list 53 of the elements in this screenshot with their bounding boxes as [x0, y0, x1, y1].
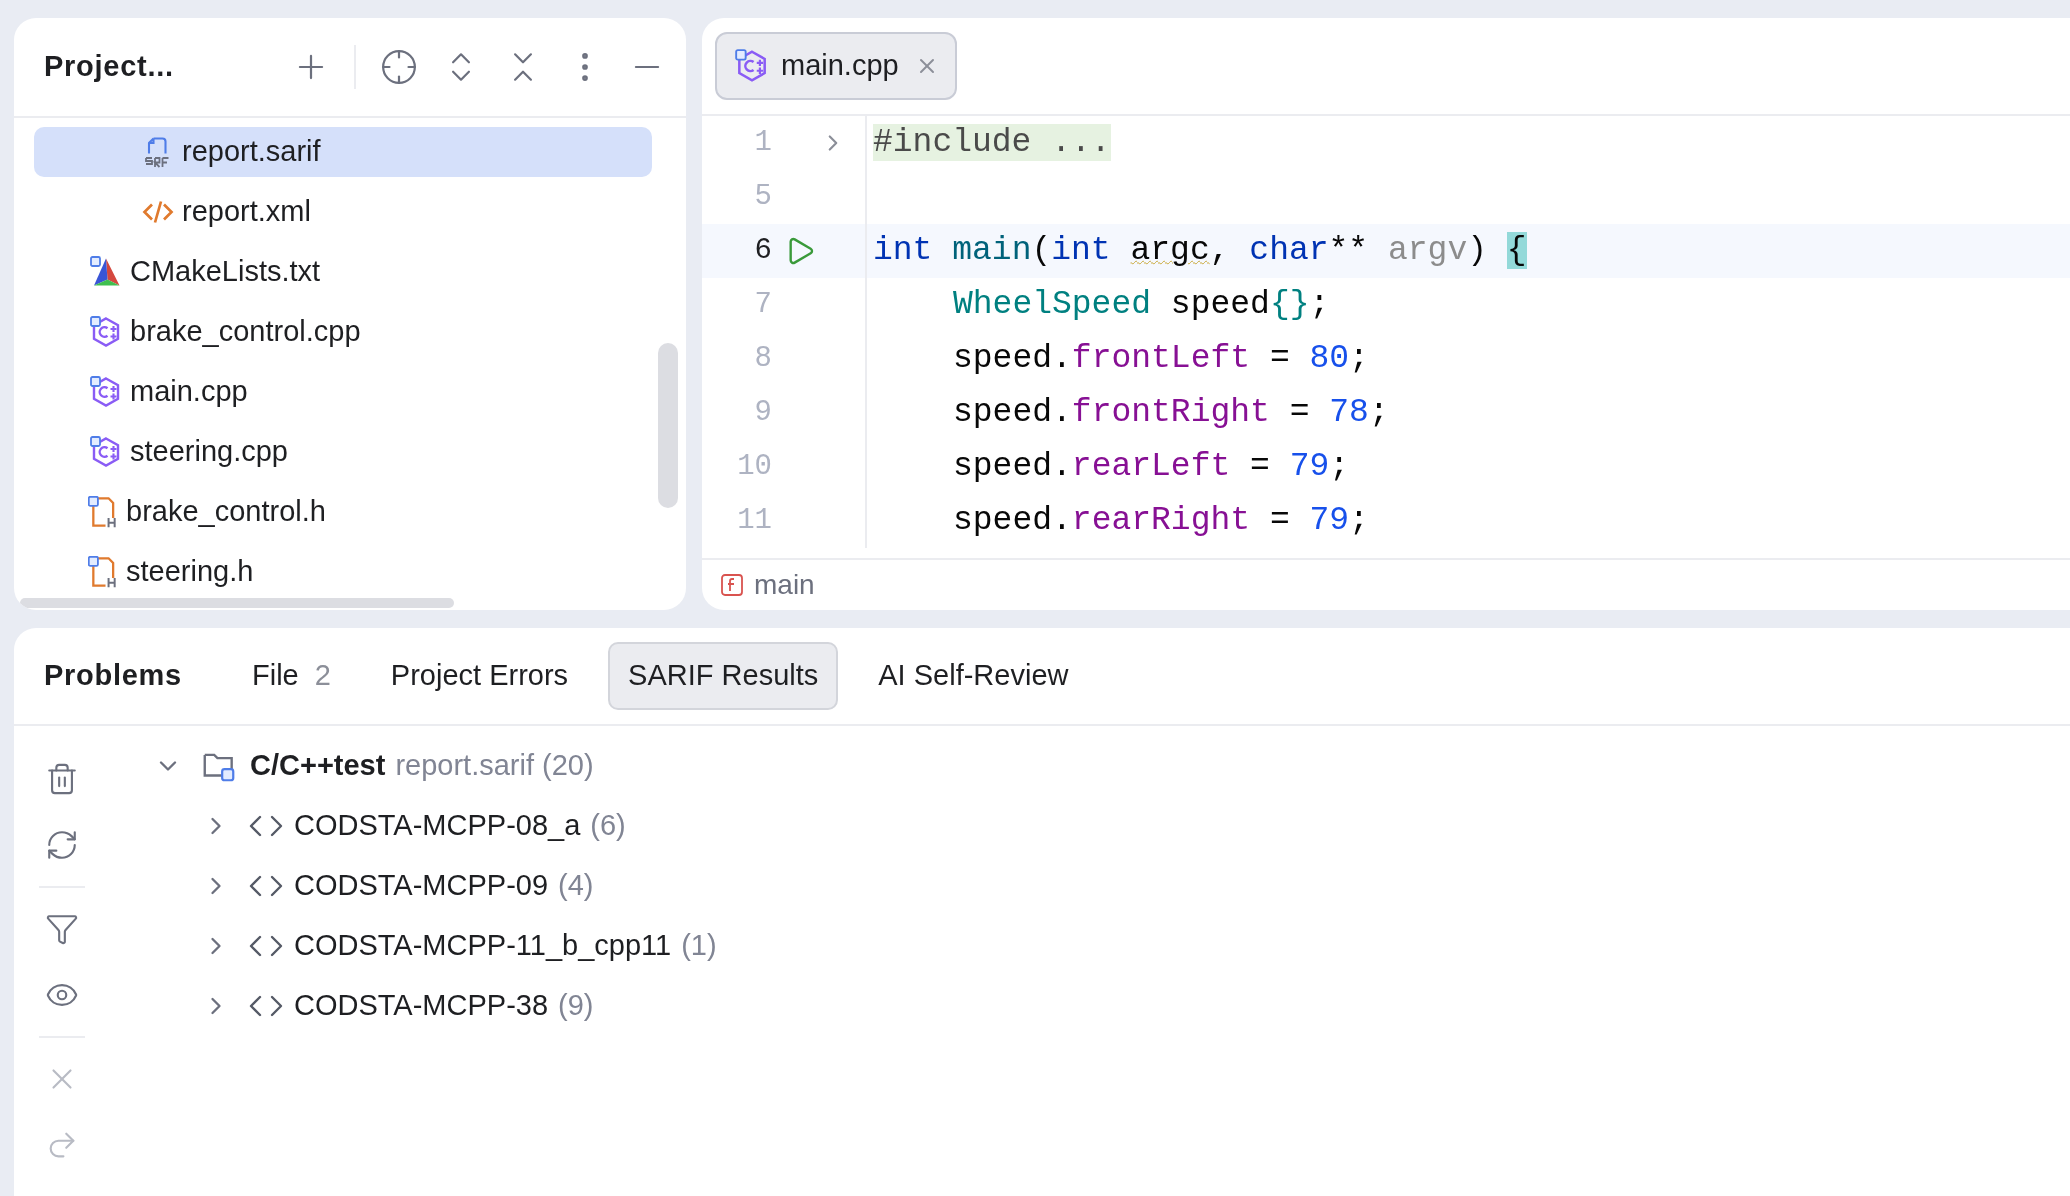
line-number: 1 [753, 125, 772, 162]
rule-node[interactable]: CODSTA-MCPP-08_a (6) [110, 796, 717, 856]
line-number: 11 [736, 503, 772, 540]
rule-node[interactable]: CODSTA-MCPP-38 (9) [110, 976, 717, 1036]
code-text: speed.rearRight = 79; [952, 501, 1369, 541]
rule-name: CODSTA-MCPP-09 [294, 868, 549, 904]
line-number: 10 [736, 449, 772, 486]
issue-count: (6) [590, 808, 626, 844]
code-text: speed.frontLeft = 80; [952, 339, 1369, 379]
issue-count: (4) [558, 868, 594, 904]
vertical-scrollbar[interactable] [658, 343, 678, 508]
problems-tab[interactable]: Project Errors [370, 642, 589, 710]
crosshair-icon[interactable] [380, 48, 418, 86]
file-tree-item[interactable]: report.xml [34, 187, 652, 237]
rule-name: CODSTA-MCPP-38 [294, 988, 549, 1024]
editor-tab[interactable]: main.cpp [715, 32, 957, 100]
code-text: WheelSpeed speed{}; [952, 285, 1330, 325]
file-tree-item[interactable]: steering.h [34, 547, 652, 597]
refresh-icon[interactable] [45, 828, 79, 862]
file-tree-item[interactable]: brake_control.h [34, 487, 652, 537]
rule-name: CODSTA-MCPP-11_b_cpp11 [294, 928, 672, 964]
file-tree-item[interactable]: CMakeLists.txt [34, 247, 652, 297]
rule-name: CODSTA-MCPP-08_a [294, 808, 581, 844]
line-number: 8 [753, 341, 772, 378]
panel-title: Problems [44, 658, 182, 694]
report-file: report.sarif (20) [395, 748, 594, 784]
line-number: 7 [753, 287, 772, 324]
file-tree-item[interactable]: steering.cpp [34, 427, 652, 477]
problems-tab[interactable]: AI Self-Review [858, 642, 1089, 710]
panel-title: Project... [44, 49, 174, 85]
issue-count: (9) [558, 988, 594, 1024]
code-text: speed.frontRight = 78; [952, 393, 1389, 433]
file-tree-item[interactable]: brake_control.cpp [34, 307, 652, 357]
delete-icon[interactable] [45, 762, 79, 796]
problems-tab[interactable]: File 2 [231, 642, 351, 710]
issue-count: (1) [681, 928, 717, 964]
tool-name: C/C++test [250, 748, 386, 784]
rule-node[interactable]: CODSTA-MCPP-09 (4) [110, 856, 717, 916]
code-text: #include ... [872, 123, 1111, 163]
breadcrumb[interactable]: main [754, 564, 815, 606]
tree-node[interactable]: C/C++test report.sarif (20) [110, 736, 717, 796]
filter-icon[interactable] [45, 912, 79, 946]
file-tree-item[interactable]: main.cpp [34, 367, 652, 417]
rule-node[interactable]: CODSTA-MCPP-11_b_cpp11 (1) [110, 916, 717, 976]
function-icon [720, 573, 744, 597]
code-text: int main(int argc, char** argv) { [872, 231, 1527, 271]
line-number: 5 [753, 179, 772, 216]
problems-tab[interactable]: SARIF Results [608, 642, 839, 710]
code-text: speed.rearLeft = 79; [952, 447, 1350, 487]
file-tree-item[interactable]: report.sarif [34, 127, 652, 177]
line-number: 9 [753, 395, 772, 432]
horizontal-scrollbar[interactable] [20, 598, 454, 608]
line-number: 6 [753, 233, 772, 270]
